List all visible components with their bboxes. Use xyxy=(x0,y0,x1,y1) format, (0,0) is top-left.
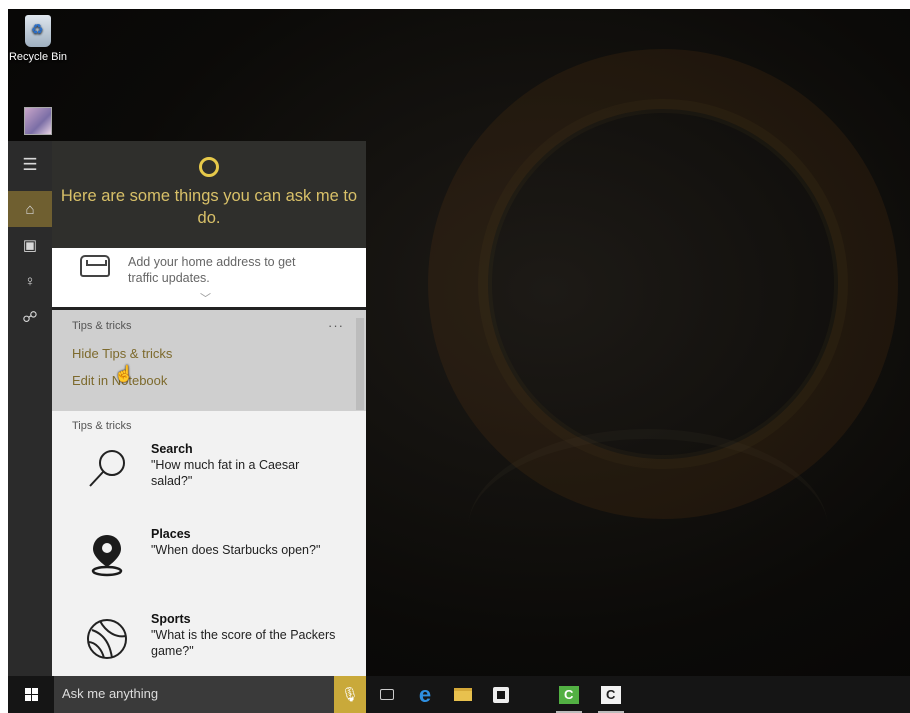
windows-logo-icon xyxy=(24,688,38,701)
reminders-icon[interactable]: ♀ xyxy=(8,263,52,299)
place-pin-icon xyxy=(84,531,130,577)
edge-browser-icon[interactable]: e xyxy=(406,676,444,713)
ball-icon xyxy=(84,616,130,662)
camtasia-recorder-icon[interactable] xyxy=(550,676,588,713)
notebook-icon[interactable]: ▣ xyxy=(8,227,52,263)
microphone-icon[interactable]: 🎙 xyxy=(334,676,366,713)
panel-scrollbar[interactable] xyxy=(356,318,364,410)
tips-menu-label: Tips & tricks xyxy=(72,320,132,332)
tips-list: Tips & tricks Search "How much fat in a … xyxy=(52,411,366,676)
cortana-rail: ☰ ⌂ ▣ ♀ ☍ xyxy=(8,141,52,676)
hide-tips-link[interactable]: Hide Tips & tricks xyxy=(72,346,366,361)
camtasia-studio-icon[interactable] xyxy=(592,676,630,713)
home-icon[interactable]: ⌂ xyxy=(8,191,52,227)
watermark-book xyxy=(468,429,828,629)
magnifier-icon xyxy=(84,446,130,492)
app-shortcut-icon xyxy=(24,107,52,135)
hamburger-menu-icon[interactable]: ☰ xyxy=(8,147,52,183)
cortana-header: Here are some things you can ask me to d… xyxy=(52,141,366,248)
more-options-icon[interactable]: ··· xyxy=(328,318,344,333)
desktop-icon-app[interactable] xyxy=(8,107,68,135)
cortana-ring-icon xyxy=(199,157,219,177)
feedback-icon[interactable]: ☍ xyxy=(8,299,52,335)
taskbar: Ask me anything 🎙 e xyxy=(8,676,910,713)
tip-item-search[interactable]: Search "How much fat in a Caesar salad?" xyxy=(72,438,366,517)
tips-context-menu: Tips & tricks ··· Hide Tips & tricks Edi… xyxy=(52,310,366,411)
cortana-header-text: Here are some things you can ask me to d… xyxy=(60,187,358,227)
tip-item-places[interactable]: Places "When does Starbucks open?" xyxy=(72,523,366,602)
start-button[interactable] xyxy=(8,676,54,713)
tip-body: "How much fat in a Caesar salad?" xyxy=(151,458,300,488)
tips-section-label: Tips & tricks xyxy=(72,420,132,432)
tip-item-sports[interactable]: Sports "What is the score of the Packers… xyxy=(72,608,366,676)
desktop-icon-recycle-bin[interactable]: Recycle Bin xyxy=(8,15,68,63)
store-icon[interactable] xyxy=(482,676,520,713)
file-explorer-icon[interactable] xyxy=(444,676,482,713)
recycle-bin-label: Recycle Bin xyxy=(8,51,68,63)
tip-title: Sports xyxy=(151,612,191,626)
car-icon xyxy=(80,255,110,277)
tip-title: Places xyxy=(151,527,191,541)
chevron-down-icon[interactable]: ﹀ xyxy=(200,290,211,306)
cortana-search-box[interactable]: Ask me anything xyxy=(54,676,334,713)
hand-cursor-icon: ☝ xyxy=(114,366,134,383)
tip-body: "What is the score of the Packers game?" xyxy=(151,628,336,658)
tip-title: Search xyxy=(151,442,193,456)
traffic-card[interactable]: Add your home address to get traffic upd… xyxy=(52,248,366,310)
cortana-panel: Here are some things you can ask me to d… xyxy=(52,141,366,676)
tip-body: "When does Starbucks open?" xyxy=(151,543,321,557)
task-view-icon[interactable] xyxy=(368,676,406,713)
traffic-card-text: Add your home address to get traffic upd… xyxy=(128,255,296,285)
watermark-ring-inner xyxy=(478,99,848,469)
recycle-bin-icon xyxy=(25,15,51,47)
